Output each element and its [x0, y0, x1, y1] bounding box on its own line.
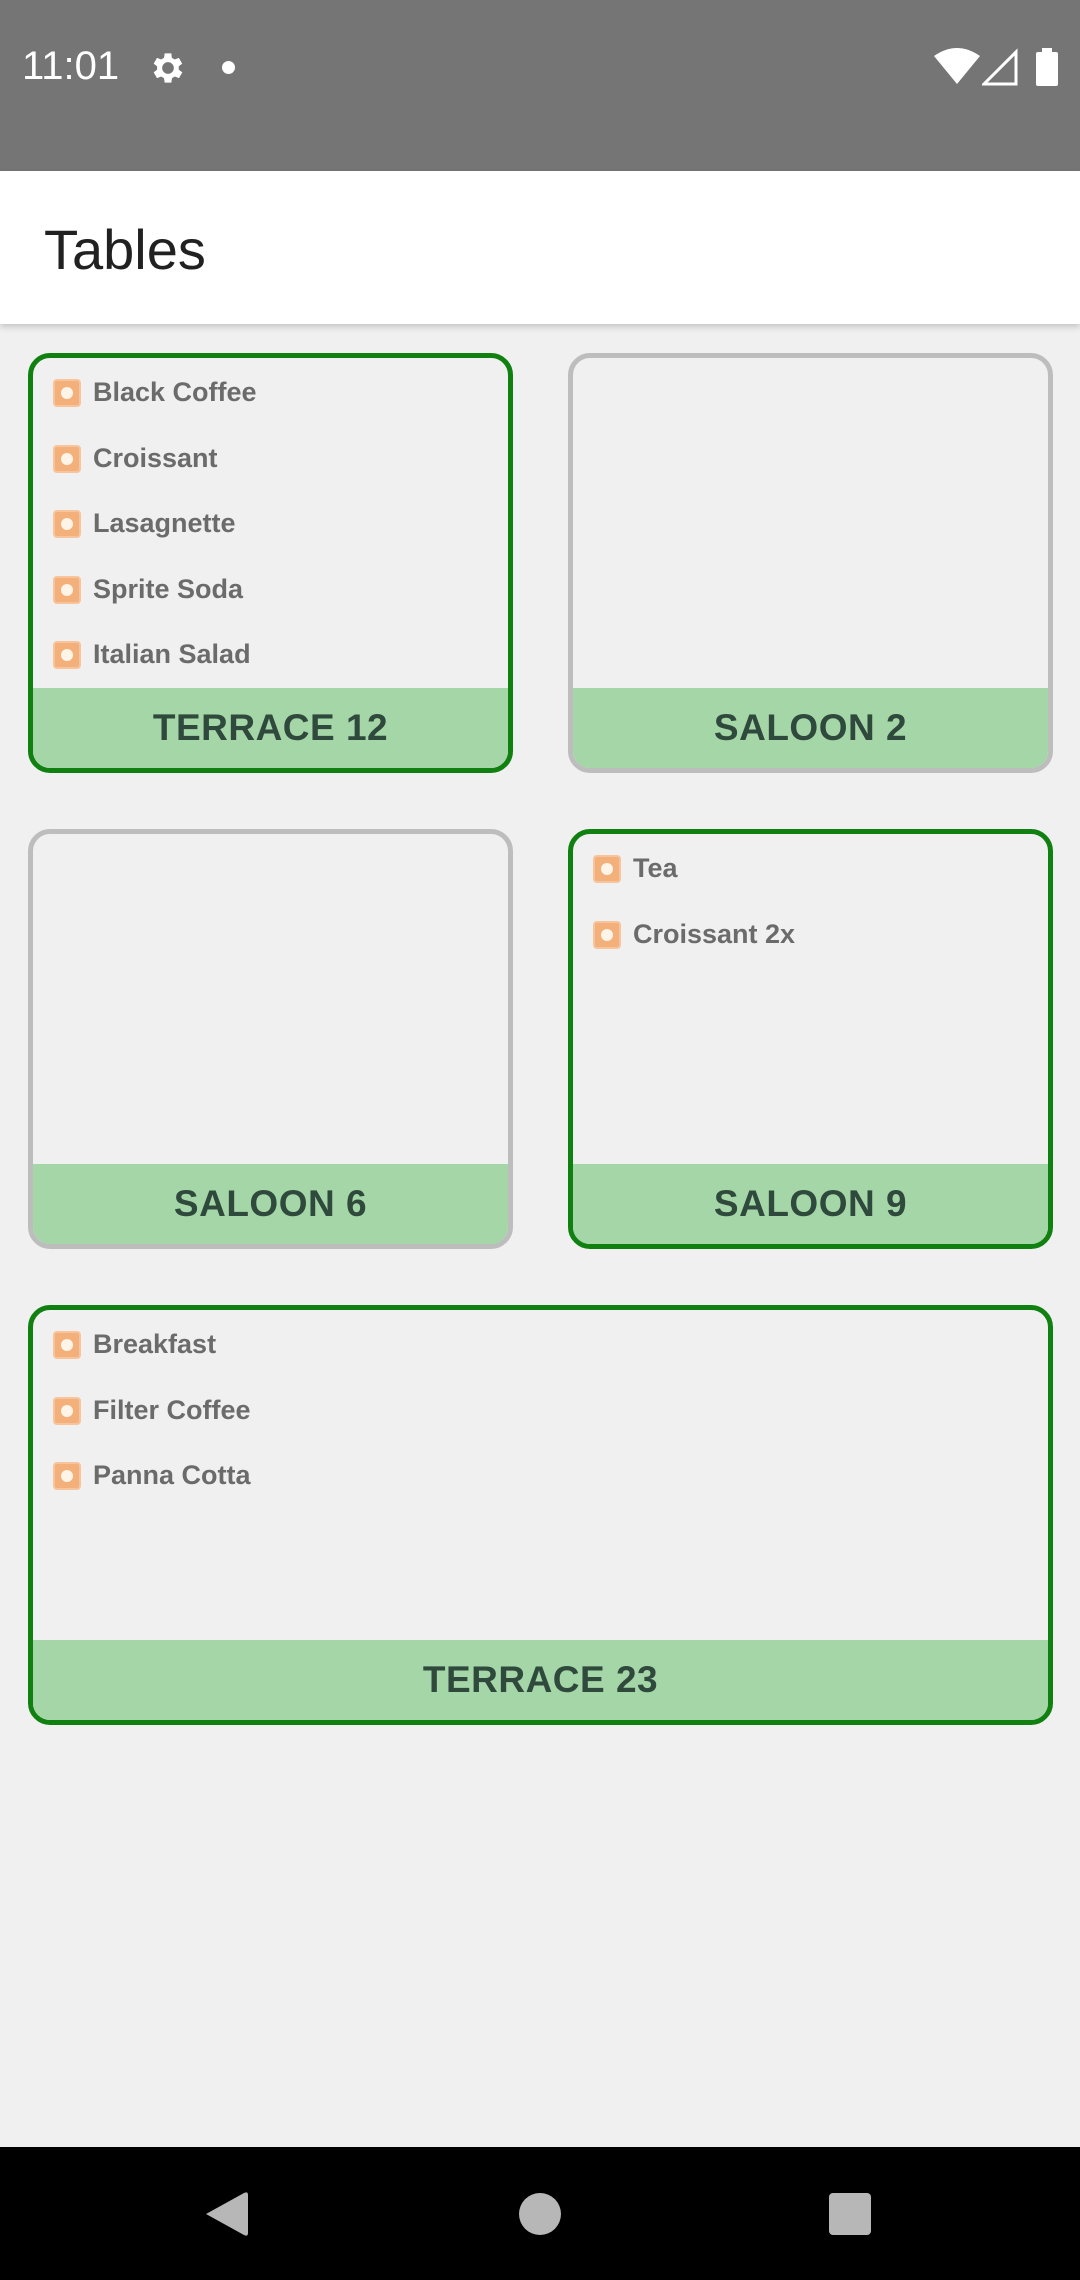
order-item: Croissant 2x: [573, 918, 1048, 984]
table-name-bar: SALOON 6: [33, 1164, 508, 1244]
recents-icon[interactable]: [829, 2193, 871, 2235]
order-item-label: Croissant 2x: [633, 918, 796, 949]
back-icon[interactable]: [206, 2191, 248, 2237]
battery-icon: [1036, 48, 1058, 86]
table-name-bar: TERRACE 12: [33, 688, 508, 768]
order-item: Black Coffee: [33, 376, 508, 442]
table-name: SALOON 2: [713, 707, 908, 748]
table-card[interactable]: SALOON 2: [568, 353, 1053, 773]
order-status-icon: [593, 855, 621, 883]
order-items-list: Breakfast Filter Coffee Panna Cotta: [33, 1310, 1048, 1525]
signal-icon: [982, 48, 1018, 86]
table-card[interactable]: Breakfast Filter Coffee Panna Cotta TERRACE…: [28, 1305, 1053, 1725]
table-name: SALOON 9: [713, 1183, 908, 1224]
order-status-icon: [53, 379, 81, 407]
order-item: Croissant: [33, 442, 508, 508]
order-status-icon: [53, 575, 81, 604]
order-items-list: [573, 358, 1048, 376]
status-time: 11:01: [22, 44, 120, 88]
order-status-icon: [53, 641, 81, 669]
order-status-icon: [53, 444, 81, 473]
order-item-label: Lasagnette: [93, 508, 236, 538]
order-status-icon: [53, 1462, 81, 1490]
app-bar: Tables: [0, 171, 1080, 324]
order-item-label: Breakfast: [93, 1329, 217, 1359]
order-status-icon: [53, 510, 81, 538]
gear-icon: [153, 53, 183, 83]
table-name: TERRACE 23: [422, 1659, 659, 1700]
table-name: SALOON 6: [173, 1183, 368, 1224]
order-item-label: Filter Coffee: [93, 1394, 251, 1425]
order-items-list: [33, 834, 508, 852]
table-name-bar: SALOON 2: [573, 688, 1048, 768]
table-card[interactable]: SALOON 6: [28, 829, 513, 1249]
order-item-label: Panna Cotta: [93, 1460, 251, 1490]
table-card[interactable]: Tea Croissant 2x SALOON 9: [568, 829, 1053, 1249]
notification-dot-icon: [222, 61, 235, 74]
wifi-icon: [934, 48, 980, 84]
order-item: Lasagnette: [33, 507, 508, 573]
order-item-label: Black Coffee: [93, 377, 257, 407]
order-status-icon: [53, 1396, 81, 1425]
table-name-bar: TERRACE 23: [33, 1640, 1048, 1720]
order-item-label: Sprite Soda: [93, 573, 244, 604]
status-bar: 11:01: [0, 0, 1080, 171]
page-title: Tables: [44, 218, 206, 281]
table-name: TERRACE 12: [152, 707, 389, 748]
order-item-label: Tea: [633, 853, 678, 883]
order-item: Tea: [573, 852, 1048, 918]
table-name-bar: SALOON 9: [573, 1164, 1048, 1244]
order-item: Breakfast: [33, 1328, 1048, 1394]
order-item: Panna Cotta: [33, 1459, 1048, 1525]
order-item: Sprite Soda: [33, 573, 508, 639]
navigation-bar: [0, 2147, 1080, 2280]
home-icon[interactable]: [519, 2193, 561, 2235]
order-status-icon: [53, 1331, 81, 1359]
table-card[interactable]: Black Coffee Croissant Lasagnette Sprite So…: [28, 353, 513, 773]
order-item-label: Italian Salad: [93, 639, 251, 669]
order-item-label: Croissant: [93, 442, 218, 473]
order-items-list: Black Coffee Croissant Lasagnette Sprite So…: [33, 358, 508, 704]
order-items-list: Tea Croissant 2x: [573, 834, 1048, 983]
order-status-icon: [593, 920, 621, 949]
order-item: Filter Coffee: [33, 1394, 1048, 1460]
